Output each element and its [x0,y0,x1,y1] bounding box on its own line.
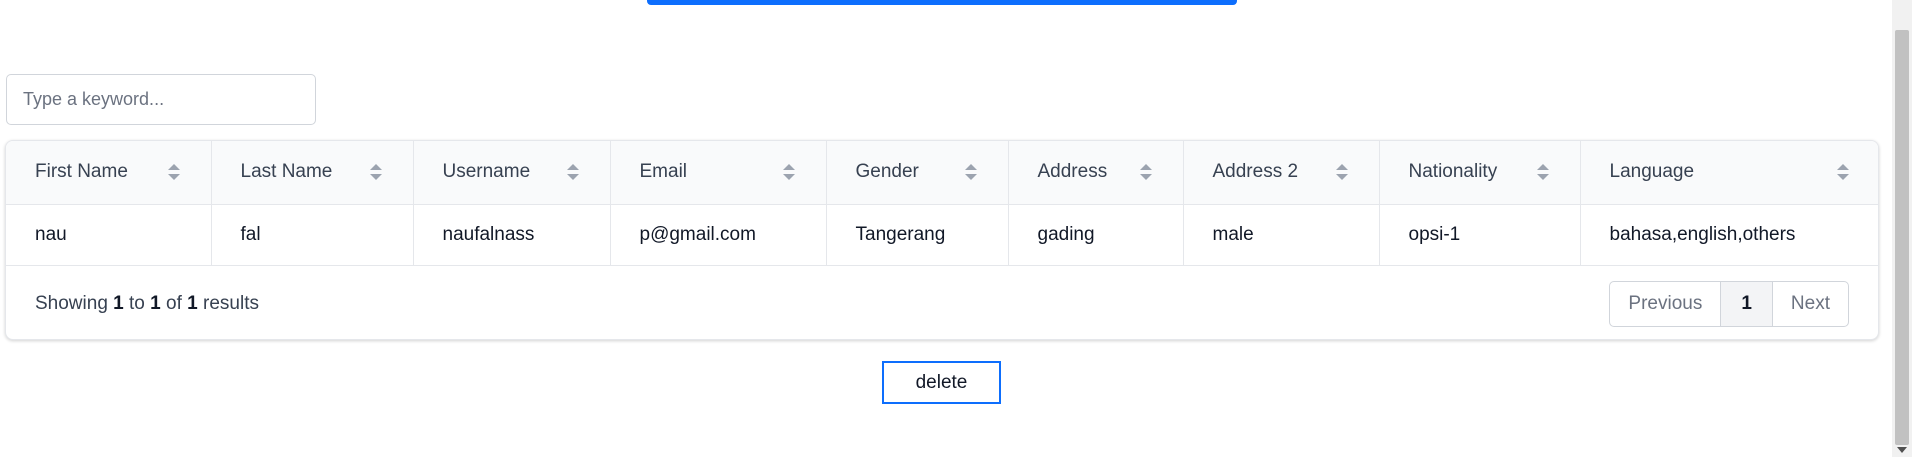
column-header-first-name[interactable]: First Name [6,141,212,205]
next-button[interactable]: Next [1773,282,1848,326]
scrollbar-thumb[interactable] [1895,30,1909,445]
sort-icon [167,164,180,181]
scroll-down-arrow-icon[interactable] [1897,447,1907,453]
page: First Name Last Name Username Email Gend… [0,0,1912,457]
vertical-scrollbar[interactable] [1892,0,1912,457]
top-button-edge[interactable] [647,0,1237,5]
column-header-address[interactable]: Address [1008,141,1184,205]
sort-icon [782,164,795,181]
cell-gender: Tangerang [826,204,1009,266]
pagination: Previous 1 Next [1609,281,1849,327]
cell-address: gading [1008,204,1184,266]
sort-icon [1837,164,1849,181]
previous-button[interactable]: Previous [1610,282,1722,326]
results-from: 1 [113,293,124,314]
column-header-address-2[interactable]: Address 2 [1183,141,1380,205]
results-to: 1 [150,293,161,314]
sort-icon [369,164,382,181]
column-header-nationality[interactable]: Nationality [1379,141,1581,205]
sort-icon [566,164,579,181]
sort-icon [1536,164,1549,181]
table-footer: Showing 1 to 1 of 1 results Previous 1 N… [6,266,1878,339]
sort-icon [1335,164,1348,181]
table-header-row: First Name Last Name Username Email Gend… [6,141,1878,205]
delete-button[interactable]: delete [882,361,1001,404]
cell-first-name: nau [6,204,212,266]
results-total: 1 [187,293,198,314]
column-header-email[interactable]: Email [610,141,827,205]
data-table: First Name Last Name Username Email Gend… [6,141,1878,266]
column-header-language[interactable]: Language [1580,141,1878,205]
sort-icon [964,164,977,181]
cell-address-2: male [1183,204,1380,266]
cell-language: bahasa,english,others [1580,204,1878,266]
column-header-gender[interactable]: Gender [826,141,1009,205]
column-header-last-name[interactable]: Last Name [211,141,414,205]
sort-icon [1139,164,1152,181]
cell-username: naufalnass [413,204,611,266]
search-input[interactable] [6,74,316,125]
results-summary: Showing 1 to 1 of 1 results [35,293,259,314]
cell-last-name: fal [211,204,414,266]
cell-nationality: opsi-1 [1379,204,1581,266]
data-table-card: First Name Last Name Username Email Gend… [5,140,1879,340]
column-header-username[interactable]: Username [413,141,611,205]
page-number-button[interactable]: 1 [1721,282,1773,326]
table-row[interactable]: nau fal naufalnass p@gmail.com Tangerang… [6,204,1878,266]
cell-email: p@gmail.com [610,204,827,266]
